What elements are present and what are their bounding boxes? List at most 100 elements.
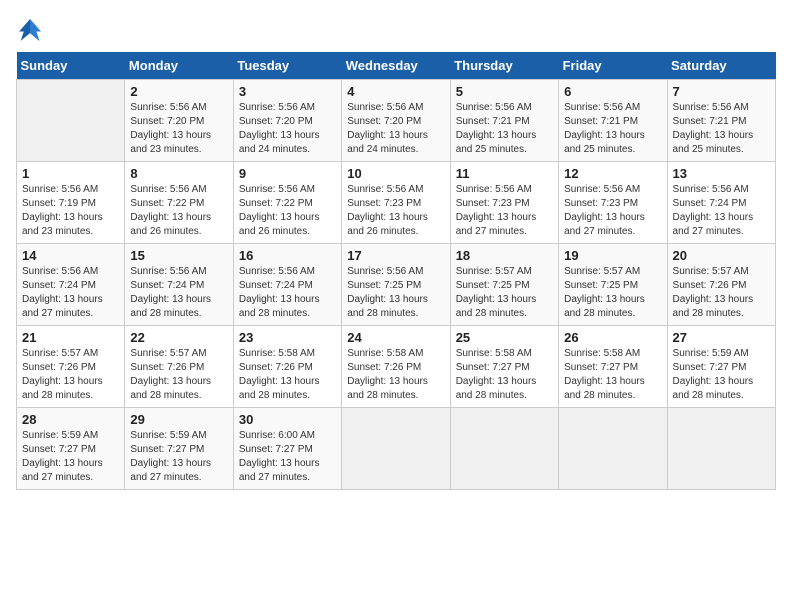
day-number: 4	[347, 84, 444, 99]
calendar-cell: 5 Sunrise: 5:56 AMSunset: 7:21 PMDaylight…	[450, 80, 558, 162]
day-header-tuesday: Tuesday	[233, 52, 341, 80]
day-number: 2	[130, 84, 227, 99]
day-info: Sunrise: 6:00 AMSunset: 7:27 PMDaylight:…	[239, 429, 336, 485]
calendar-cell: 16 Sunrise: 5:56 AMSunset: 7:24 PMDayligh…	[233, 244, 341, 326]
day-number: 3	[239, 84, 336, 99]
day-number: 10	[347, 166, 444, 181]
week-row-1: 2 Sunrise: 5:56 AMSunset: 7:20 PMDaylight…	[17, 80, 776, 162]
calendar-table: SundayMondayTuesdayWednesdayThursdayFrid…	[16, 52, 776, 490]
day-number: 14	[22, 248, 119, 263]
calendar-cell: 29Sunrise: 5:59 AMSunset: 7:27 PMDayligh…	[125, 408, 233, 490]
calendar-cell: 17 Sunrise: 5:56 AMSunset: 7:25 PMDayligh…	[342, 244, 450, 326]
day-number: 8	[130, 166, 227, 181]
calendar-cell: 23 Sunrise: 5:58 AMSunset: 7:26 PMDayligh…	[233, 326, 341, 408]
calendar-cell: 15 Sunrise: 5:56 AMSunset: 7:24 PMDayligh…	[125, 244, 233, 326]
day-info: Sunrise: 5:58 AMSunset: 7:26 PMDaylight:…	[239, 347, 336, 403]
day-info: Sunrise: 5:57 AMSunset: 7:26 PMDaylight:…	[673, 265, 770, 321]
calendar-cell: 7Sunrise: 5:56 AMSunset: 7:21 PMDaylight…	[667, 80, 775, 162]
day-number: 21	[22, 330, 119, 345]
calendar-cell	[342, 408, 450, 490]
day-info: Sunrise: 5:57 AMSunset: 7:26 PMDaylight:…	[22, 347, 119, 403]
day-number: 15	[130, 248, 227, 263]
logo-icon	[16, 16, 44, 44]
day-info: Sunrise: 5:56 AMSunset: 7:24 PMDaylight:…	[130, 265, 227, 321]
day-number: 20	[673, 248, 770, 263]
day-number: 28	[22, 412, 119, 427]
day-info: Sunrise: 5:59 AMSunset: 7:27 PMDaylight:…	[673, 347, 770, 403]
day-number: 5	[456, 84, 553, 99]
day-info: Sunrise: 5:56 AMSunset: 7:24 PMDaylight:…	[239, 265, 336, 321]
calendar-cell: 30 Sunrise: 6:00 AMSunset: 7:27 PMDayligh…	[233, 408, 341, 490]
calendar-cell: 2 Sunrise: 5:56 AMSunset: 7:20 PMDaylight…	[125, 80, 233, 162]
calendar-cell: 26 Sunrise: 5:58 AMSunset: 7:27 PMDayligh…	[559, 326, 667, 408]
day-info: Sunrise: 5:56 AMSunset: 7:19 PMDaylight:…	[22, 183, 119, 239]
day-info: Sunrise: 5:58 AMSunset: 7:26 PMDaylight:…	[347, 347, 444, 403]
week-row-4: 21 Sunrise: 5:57 AMSunset: 7:26 PMDayligh…	[17, 326, 776, 408]
day-number: 16	[239, 248, 336, 263]
day-number: 17	[347, 248, 444, 263]
day-number: 9	[239, 166, 336, 181]
day-info: Sunrise: 5:56 AMSunset: 7:24 PMDaylight:…	[22, 265, 119, 321]
week-row-3: 14 Sunrise: 5:56 AMSunset: 7:24 PMDayligh…	[17, 244, 776, 326]
calendar-cell: 6Sunrise: 5:56 AMSunset: 7:21 PMDaylight…	[559, 80, 667, 162]
calendar-cell: 25 Sunrise: 5:58 AMSunset: 7:27 PMDayligh…	[450, 326, 558, 408]
calendar-cell	[559, 408, 667, 490]
day-info: Sunrise: 5:58 AMSunset: 7:27 PMDaylight:…	[456, 347, 553, 403]
day-header-thursday: Thursday	[450, 52, 558, 80]
calendar-cell	[667, 408, 775, 490]
logo	[16, 16, 48, 44]
calendar-cell: 19Sunrise: 5:57 AMSunset: 7:25 PMDayligh…	[559, 244, 667, 326]
day-info: Sunrise: 5:56 AMSunset: 7:20 PMDaylight:…	[347, 101, 444, 157]
day-info: Sunrise: 5:56 AMSunset: 7:22 PMDaylight:…	[130, 183, 227, 239]
day-number: 25	[456, 330, 553, 345]
day-number: 18	[456, 248, 553, 263]
day-number: 1	[22, 166, 119, 181]
day-header-friday: Friday	[559, 52, 667, 80]
day-info: Sunrise: 5:58 AMSunset: 7:27 PMDaylight:…	[564, 347, 661, 403]
calendar-cell: 28 Sunrise: 5:59 AMSunset: 7:27 PMDayligh…	[17, 408, 125, 490]
day-number: 22	[130, 330, 227, 345]
day-info: Sunrise: 5:56 AMSunset: 7:21 PMDaylight:…	[456, 101, 553, 157]
week-row-2: 1 Sunrise: 5:56 AMSunset: 7:19 PMDaylight…	[17, 162, 776, 244]
day-info: Sunrise: 5:59 AMSunset: 7:27 PMDaylight:…	[22, 429, 119, 485]
calendar-cell: 11Sunrise: 5:56 AMSunset: 7:23 PMDayligh…	[450, 162, 558, 244]
calendar-cell: 27 Sunrise: 5:59 AMSunset: 7:27 PMDayligh…	[667, 326, 775, 408]
calendar-cell: 18 Sunrise: 5:57 AMSunset: 7:25 PMDayligh…	[450, 244, 558, 326]
day-header-monday: Monday	[125, 52, 233, 80]
calendar-cell: 21 Sunrise: 5:57 AMSunset: 7:26 PMDayligh…	[17, 326, 125, 408]
day-number: 6	[564, 84, 661, 99]
day-number: 23	[239, 330, 336, 345]
calendar-cell: 20 Sunrise: 5:57 AMSunset: 7:26 PMDayligh…	[667, 244, 775, 326]
day-info: Sunrise: 5:56 AMSunset: 7:20 PMDaylight:…	[130, 101, 227, 157]
calendar-cell: 13Sunrise: 5:56 AMSunset: 7:24 PMDayligh…	[667, 162, 775, 244]
day-header-sunday: Sunday	[17, 52, 125, 80]
day-header-saturday: Saturday	[667, 52, 775, 80]
day-info: Sunrise: 5:56 AMSunset: 7:23 PMDaylight:…	[347, 183, 444, 239]
day-info: Sunrise: 5:56 AMSunset: 7:24 PMDaylight:…	[673, 183, 770, 239]
day-info: Sunrise: 5:57 AMSunset: 7:25 PMDaylight:…	[456, 265, 553, 321]
day-info: Sunrise: 5:56 AMSunset: 7:22 PMDaylight:…	[239, 183, 336, 239]
day-number: 12	[564, 166, 661, 181]
calendar-cell: 8 Sunrise: 5:56 AMSunset: 7:22 PMDaylight…	[125, 162, 233, 244]
day-info: Sunrise: 5:56 AMSunset: 7:23 PMDaylight:…	[456, 183, 553, 239]
day-number: 26	[564, 330, 661, 345]
calendar-cell: 14 Sunrise: 5:56 AMSunset: 7:24 PMDayligh…	[17, 244, 125, 326]
day-number: 29	[130, 412, 227, 427]
day-number: 7	[673, 84, 770, 99]
calendar-cell: 12 Sunrise: 5:56 AMSunset: 7:23 PMDayligh…	[559, 162, 667, 244]
calendar-cell: 3 Sunrise: 5:56 AMSunset: 7:20 PMDaylight…	[233, 80, 341, 162]
calendar-cell	[450, 408, 558, 490]
calendar-cell	[17, 80, 125, 162]
day-number: 27	[673, 330, 770, 345]
day-number: 30	[239, 412, 336, 427]
day-info: Sunrise: 5:57 AMSunset: 7:26 PMDaylight:…	[130, 347, 227, 403]
calendar-cell: 22 Sunrise: 5:57 AMSunset: 7:26 PMDayligh…	[125, 326, 233, 408]
day-info: Sunrise: 5:56 AMSunset: 7:23 PMDaylight:…	[564, 183, 661, 239]
day-number: 19	[564, 248, 661, 263]
day-number: 24	[347, 330, 444, 345]
header-row: SundayMondayTuesdayWednesdayThursdayFrid…	[17, 52, 776, 80]
day-info: Sunrise: 5:56 AMSunset: 7:25 PMDaylight:…	[347, 265, 444, 321]
calendar-cell: 4 Sunrise: 5:56 AMSunset: 7:20 PMDaylight…	[342, 80, 450, 162]
calendar-cell: 24 Sunrise: 5:58 AMSunset: 7:26 PMDayligh…	[342, 326, 450, 408]
day-info: Sunrise: 5:56 AMSunset: 7:20 PMDaylight:…	[239, 101, 336, 157]
